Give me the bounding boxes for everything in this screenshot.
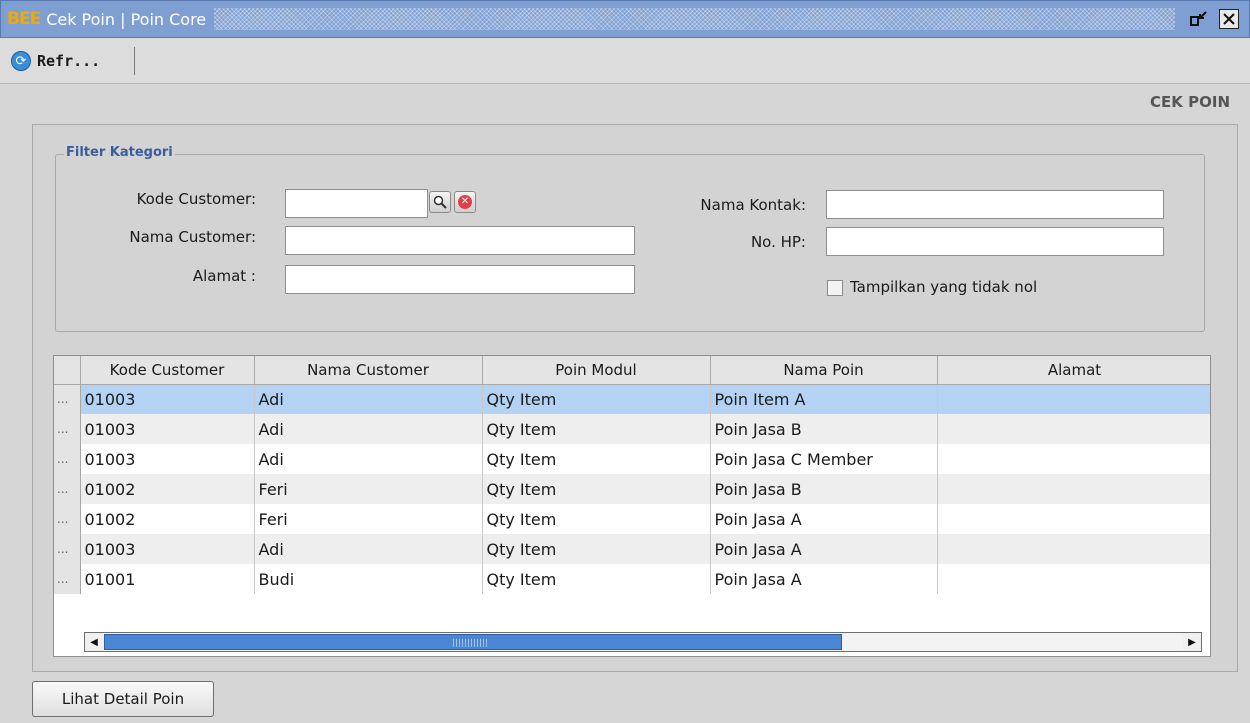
row-header[interactable]: ... xyxy=(54,504,81,534)
alamat-label: Alamat : xyxy=(192,267,256,285)
alamat-input[interactable] xyxy=(285,265,635,294)
cell-nama-customer[interactable]: Feri xyxy=(254,504,483,534)
cell-alamat[interactable] xyxy=(937,504,1210,534)
row-header-corner xyxy=(54,356,81,385)
cell-kode-customer[interactable]: 01003 xyxy=(80,444,255,474)
kode-customer-label: Kode Customer: xyxy=(136,190,256,208)
restore-icon[interactable] xyxy=(1187,8,1211,30)
cell-poin-modul[interactable]: Qty Item xyxy=(482,534,711,564)
main-panel: Filter Kategori Kode Customer: ✕ Nama Cu… xyxy=(32,124,1238,672)
table-row[interactable]: ... 01003 Adi Qty Item Poin Jasa A xyxy=(54,534,1210,564)
cell-nama-poin[interactable]: Poin Item A xyxy=(710,384,938,414)
refresh-icon: ⟳ xyxy=(11,51,31,71)
table-row[interactable]: ... 01001 Budi Qty Item Poin Jasa A xyxy=(54,564,1210,594)
cell-nama-poin[interactable]: Poin Jasa C Member xyxy=(710,444,938,474)
row-header[interactable]: ... xyxy=(54,564,81,594)
row-header[interactable]: ... xyxy=(54,474,81,504)
cell-kode-customer[interactable]: 01001 xyxy=(80,564,255,594)
cell-kode-customer[interactable]: 01002 xyxy=(80,474,255,504)
toolbar: ⟳ Refr... xyxy=(0,38,1250,84)
table-row[interactable]: ... 01002 Feri Qty Item Poin Jasa A xyxy=(54,504,1210,534)
scrollbar-grip xyxy=(453,639,489,647)
scroll-left-icon[interactable]: ◀ xyxy=(85,633,103,651)
column-header-poin-modul[interactable]: Poin Modul xyxy=(482,356,711,385)
cell-poin-modul[interactable]: Qty Item xyxy=(482,444,711,474)
close-icon[interactable] xyxy=(1219,9,1239,29)
window-title: Cek Poin | Poin Core xyxy=(46,9,207,29)
cell-nama-customer[interactable]: Budi xyxy=(254,564,483,594)
scrollbar-thumb[interactable] xyxy=(104,634,842,650)
cell-poin-modul[interactable]: Qty Item xyxy=(482,474,711,504)
cell-kode-customer[interactable]: 01003 xyxy=(80,534,255,564)
cell-nama-customer[interactable]: Adi xyxy=(254,384,483,414)
search-button[interactable] xyxy=(429,191,451,213)
cell-nama-customer[interactable]: Feri xyxy=(254,474,483,504)
nama-customer-input[interactable] xyxy=(285,226,635,255)
kode-customer-input[interactable] xyxy=(285,189,428,218)
table-row[interactable]: ... 01003 Adi Qty Item Poin Jasa C Membe… xyxy=(54,444,1210,474)
column-header-nama-customer[interactable]: Nama Customer xyxy=(254,356,483,385)
nama-kontak-label: Nama Kontak: xyxy=(700,196,806,214)
cell-alamat[interactable] xyxy=(937,384,1210,414)
column-header-kode-customer[interactable]: Kode Customer xyxy=(80,356,255,385)
cell-poin-modul[interactable]: Qty Item xyxy=(482,504,711,534)
cell-alamat[interactable] xyxy=(937,414,1210,444)
cell-poin-modul[interactable]: Qty Item xyxy=(482,384,711,414)
refresh-button[interactable]: ⟳ Refr... xyxy=(11,47,135,75)
no-hp-input[interactable] xyxy=(826,227,1164,256)
cell-nama-poin[interactable]: Poin Jasa A xyxy=(710,534,938,564)
cell-nama-poin[interactable]: Poin Jasa A xyxy=(710,504,938,534)
cell-poin-modul[interactable]: Qty Item xyxy=(482,414,711,444)
cell-nama-customer[interactable]: Adi xyxy=(254,534,483,564)
cell-alamat[interactable] xyxy=(937,564,1210,594)
cell-nama-poin[interactable]: Poin Jasa B xyxy=(710,474,938,504)
cell-nama-customer[interactable]: Adi xyxy=(254,414,483,444)
cell-kode-customer[interactable]: 01003 xyxy=(80,384,255,414)
table-row[interactable]: ... 01003 Adi Qty Item Poin Item A xyxy=(54,384,1210,414)
cell-kode-customer[interactable]: 01002 xyxy=(80,504,255,534)
column-header-nama-poin[interactable]: Nama Poin xyxy=(710,356,938,385)
app-logo: BEE xyxy=(7,9,41,29)
table-row[interactable]: ... 01003 Adi Qty Item Poin Jasa B xyxy=(54,414,1210,444)
filter-legend: Filter Kategori xyxy=(64,145,175,160)
clear-icon: ✕ xyxy=(458,195,472,209)
lihat-detail-poin-button[interactable]: Lihat Detail Poin xyxy=(32,681,214,717)
table-header-row: Kode Customer Nama Customer Poin Modul N… xyxy=(54,356,1210,385)
cell-kode-customer[interactable]: 01003 xyxy=(80,414,255,444)
nama-kontak-input[interactable] xyxy=(826,190,1164,219)
scroll-right-icon[interactable]: ▶ xyxy=(1183,633,1201,651)
table-row[interactable]: ... 01002 Feri Qty Item Poin Jasa B xyxy=(54,474,1210,504)
column-header-alamat[interactable]: Alamat xyxy=(937,356,1210,385)
nama-customer-label: Nama Customer: xyxy=(129,228,256,246)
cell-nama-poin[interactable]: Poin Jasa B xyxy=(710,414,938,444)
filter-fieldset: Filter Kategori Kode Customer: ✕ Nama Cu… xyxy=(55,145,1205,332)
row-header[interactable]: ... xyxy=(54,534,81,564)
no-hp-label: No. HP: xyxy=(750,233,806,251)
search-icon xyxy=(433,195,447,209)
row-header[interactable]: ... xyxy=(54,444,81,474)
row-header[interactable]: ... xyxy=(54,384,81,414)
points-table[interactable]: Kode Customer Nama Customer Poin Modul N… xyxy=(53,355,1211,657)
non-zero-checkbox[interactable] xyxy=(827,280,843,296)
titlebar-grip[interactable] xyxy=(214,8,1175,30)
cell-nama-poin[interactable]: Poin Jasa A xyxy=(710,564,938,594)
row-header[interactable]: ... xyxy=(54,414,81,444)
non-zero-checkbox-label[interactable]: Tampilkan yang tidak nol xyxy=(850,278,1037,296)
cell-alamat[interactable] xyxy=(937,534,1210,564)
refresh-label: Refr... xyxy=(37,52,101,70)
cell-alamat[interactable] xyxy=(937,444,1210,474)
section-title: CEK POIN xyxy=(1150,93,1230,111)
cell-nama-customer[interactable]: Adi xyxy=(254,444,483,474)
cell-poin-modul[interactable]: Qty Item xyxy=(482,564,711,594)
horizontal-scrollbar[interactable]: ◀ ▶ xyxy=(84,632,1202,652)
window-titlebar[interactable]: BEE Cek Poin | Poin Core xyxy=(0,0,1250,38)
cell-alamat[interactable] xyxy=(937,474,1210,504)
clear-button[interactable]: ✕ xyxy=(454,191,476,213)
